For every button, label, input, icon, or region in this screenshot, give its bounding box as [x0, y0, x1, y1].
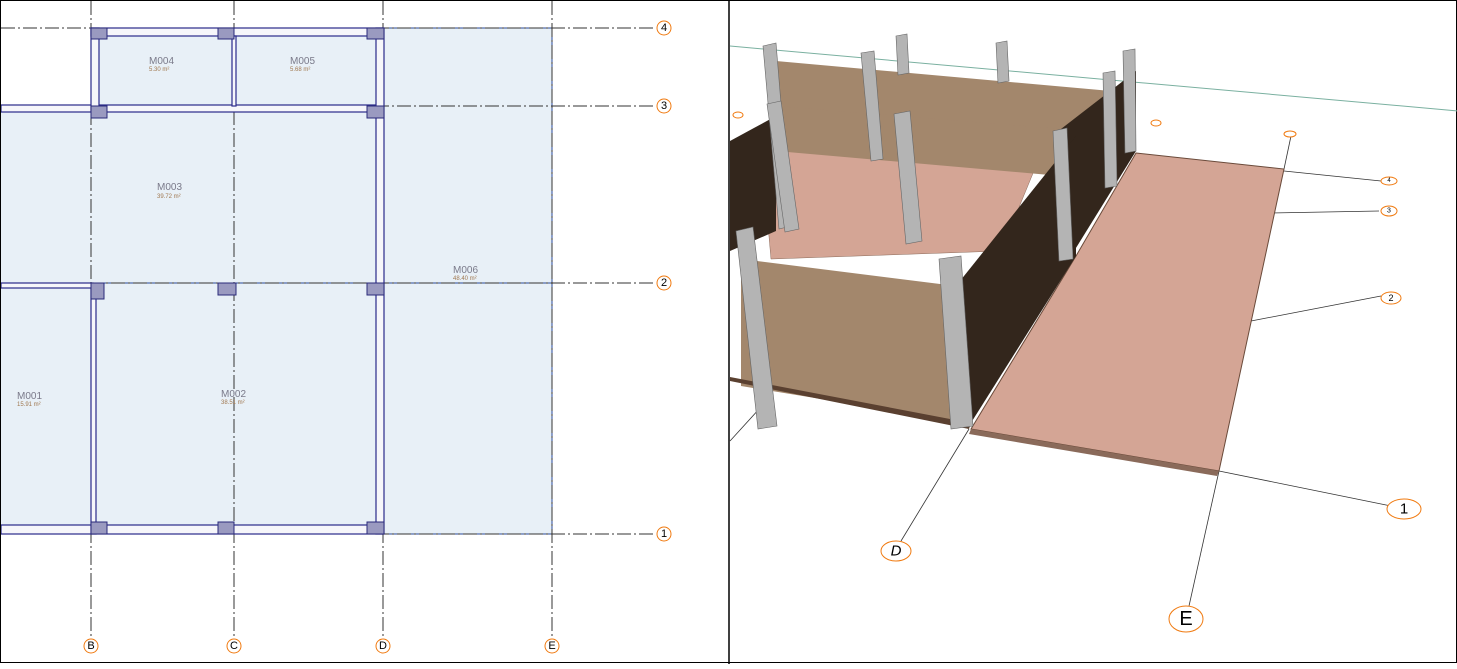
svg-text:D: D	[379, 640, 387, 652]
wall	[0, 282, 94, 289]
room-label-m001[interactable]: M00115.91 m²	[17, 391, 42, 408]
axis-bubble-1[interactable]: 1	[656, 526, 672, 542]
svg-text:M006: M006	[453, 265, 478, 276]
svg-text:48.40 m²: 48.40 m²	[453, 276, 477, 282]
svg-text:2: 2	[1388, 293, 1393, 303]
3d-axis-bubble-2[interactable]: 2	[1380, 291, 1402, 305]
svg-text:4: 4	[661, 22, 667, 34]
3d-axis-bubble-d[interactable]: D	[880, 540, 912, 562]
viewports: M0045.30 m² M0055.68 m² M00339.72 m² M00…	[0, 1, 1457, 664]
3d-axis-bubble-1[interactable]: 1	[1386, 498, 1422, 520]
room-label-m002[interactable]: M00238.51 m²	[221, 389, 246, 406]
svg-text:5.30 m²: 5.30 m²	[149, 67, 169, 73]
svg-text:M002: M002	[221, 389, 246, 400]
svg-text:39.72 m²: 39.72 m²	[157, 194, 181, 200]
svg-text:D: D	[891, 543, 902, 560]
svg-text:M005: M005	[290, 56, 315, 67]
room-label-m006[interactable]: M00648.40 m²	[453, 265, 478, 282]
svg-text:B: B	[87, 640, 94, 652]
3d-axis-bubble-e[interactable]: E	[1168, 605, 1204, 633]
svg-text:3: 3	[661, 100, 667, 112]
wall	[375, 27, 385, 535]
wall	[90, 27, 100, 113]
3d-axis-bubble-4[interactable]: 4	[1380, 176, 1398, 186]
room-label-m003[interactable]: M00339.72 m²	[157, 182, 182, 200]
3d-axis-bubble-far[interactable]	[1283, 130, 1297, 138]
svg-text:3: 3	[1387, 208, 1391, 215]
3d-axis-bubble-far[interactable]	[1150, 119, 1162, 127]
axis-bubble-3[interactable]: 3	[656, 98, 672, 114]
axis-bubble-d[interactable]: D	[375, 638, 391, 654]
svg-text:1: 1	[1400, 501, 1408, 518]
3d-view[interactable]: 4 3 2 1 D E	[729, 33, 1457, 633]
wall	[0, 524, 384, 535]
svg-text:15.91 m²: 15.91 m²	[17, 402, 41, 408]
plan-view[interactable]: M0045.30 m² M0055.68 m² M00339.72 m² M00…	[0, 1, 672, 654]
axis-bubble-c[interactable]: C	[226, 638, 242, 654]
3d-axis-bubble-far[interactable]	[732, 111, 744, 119]
svg-text:E: E	[1179, 608, 1192, 630]
svg-text:2: 2	[661, 277, 667, 289]
svg-text:1: 1	[661, 528, 667, 540]
svg-text:C: C	[230, 640, 238, 652]
axis-bubble-2[interactable]: 2	[656, 275, 672, 291]
axis-bubble-b[interactable]: B	[83, 638, 99, 654]
app-window: M004 5.30 m² M005 5.68 m² M003 39.72 m² M00…	[0, 0, 1457, 664]
svg-text:E: E	[548, 640, 555, 652]
wall	[0, 104, 384, 113]
axis-bubble-4[interactable]: 4	[656, 20, 672, 36]
room-fill	[1, 106, 91, 534]
wall	[90, 27, 384, 37]
wall	[231, 35, 237, 107]
svg-text:M001: M001	[17, 391, 42, 402]
axis-bubble-e[interactable]: E	[544, 638, 560, 654]
wall	[90, 287, 97, 535]
svg-text:M003: M003	[157, 182, 182, 193]
svg-text:5.68 m²: 5.68 m²	[290, 67, 310, 73]
3d-axis-bubble-3[interactable]: 3	[1380, 205, 1398, 217]
svg-text:M004: M004	[149, 56, 174, 67]
room-fill	[91, 28, 552, 534]
svg-text:38.51 m²: 38.51 m²	[221, 400, 245, 406]
